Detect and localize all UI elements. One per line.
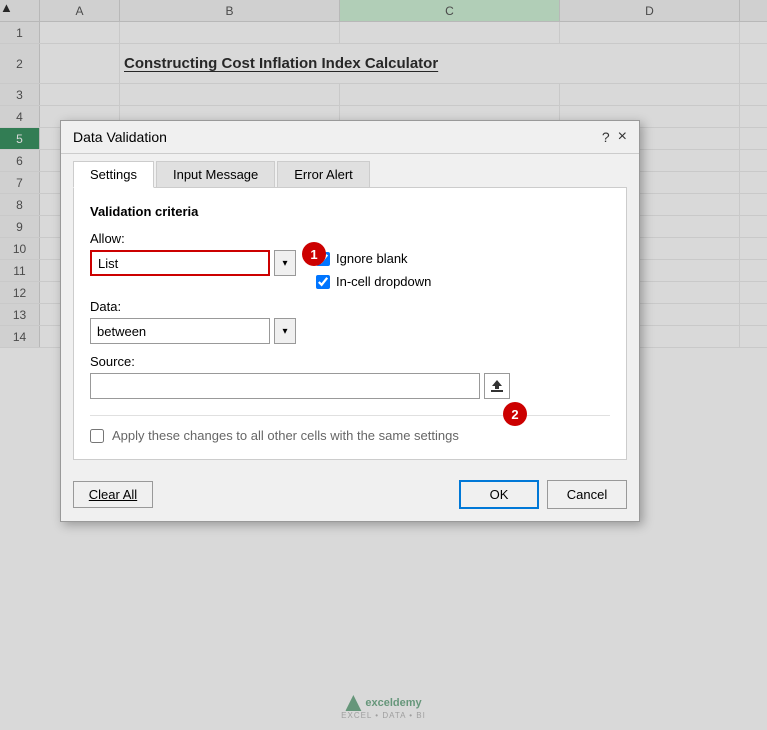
- allow-label: Allow:: [90, 231, 296, 246]
- tab-settings[interactable]: Settings: [73, 161, 154, 188]
- source-row: 2: [90, 373, 610, 399]
- allow-group: Allow: ▾ 1: [90, 231, 296, 276]
- incell-dropdown-label: In-cell dropdown: [336, 274, 431, 289]
- dialog-title: Data Validation: [73, 129, 167, 145]
- apply-label: Apply these changes to all other cells w…: [112, 428, 459, 443]
- ignore-blank-label: Ignore blank: [336, 251, 408, 266]
- close-button[interactable]: ×: [618, 129, 627, 145]
- upload-icon: [489, 378, 505, 394]
- dialog-footer: Clear All OK Cancel: [61, 472, 639, 521]
- dialog-tabs: Settings Input Message Error Alert: [61, 154, 639, 187]
- data-dropdown-btn[interactable]: ▾: [274, 318, 296, 344]
- checkbox-group: Ignore blank In-cell dropdown: [316, 231, 431, 289]
- apply-row: Apply these changes to all other cells w…: [90, 415, 610, 443]
- data-validation-dialog: Data Validation ? × Settings Input Messa…: [60, 120, 640, 522]
- cancel-button[interactable]: Cancel: [547, 480, 627, 509]
- allow-input[interactable]: [90, 250, 270, 276]
- tab-error-alert[interactable]: Error Alert: [277, 161, 370, 188]
- section-title: Validation criteria: [90, 204, 610, 219]
- spreadsheet: ▲ A B C D 1 2 Constructing Cost Inflatio…: [0, 0, 767, 730]
- incell-dropdown-item: In-cell dropdown: [316, 274, 431, 289]
- dialog-controls: ? ×: [602, 129, 627, 145]
- source-group: Source: 2: [90, 354, 610, 399]
- data-input[interactable]: [90, 318, 270, 344]
- dialog-body: Validation criteria Allow: ▾ 1: [73, 187, 627, 460]
- data-group: Data: ▾: [90, 299, 610, 344]
- data-control-row: ▾: [90, 318, 610, 344]
- clear-all-button[interactable]: Clear All: [73, 481, 153, 508]
- modal-overlay: Data Validation ? × Settings Input Messa…: [0, 0, 767, 730]
- allow-control-row: ▾ 1: [90, 250, 296, 276]
- watermark-tagline: EXCEL • DATA • BI: [341, 711, 426, 720]
- allow-row: Allow: ▾ 1 Ignore blank: [90, 231, 610, 289]
- dialog-titlebar: Data Validation ? ×: [61, 121, 639, 154]
- badge-1: 1: [302, 242, 326, 266]
- incell-dropdown-checkbox[interactable]: [316, 275, 330, 289]
- tab-input-message[interactable]: Input Message: [156, 161, 275, 188]
- apply-checkbox[interactable]: [90, 429, 104, 443]
- source-select-button[interactable]: 2: [484, 373, 510, 399]
- help-button[interactable]: ?: [602, 129, 610, 145]
- ok-button[interactable]: OK: [459, 480, 539, 509]
- allow-dropdown-btn[interactable]: ▾: [274, 250, 296, 276]
- watermark: exceldemy EXCEL • DATA • BI: [341, 695, 426, 720]
- data-label: Data:: [90, 299, 610, 314]
- footer-right-buttons: OK Cancel: [459, 480, 627, 509]
- source-label: Source:: [90, 354, 135, 369]
- watermark-name: exceldemy: [365, 697, 421, 709]
- source-input[interactable]: [90, 373, 480, 399]
- ignore-blank-item: Ignore blank: [316, 251, 431, 266]
- badge-2: 2: [503, 402, 527, 426]
